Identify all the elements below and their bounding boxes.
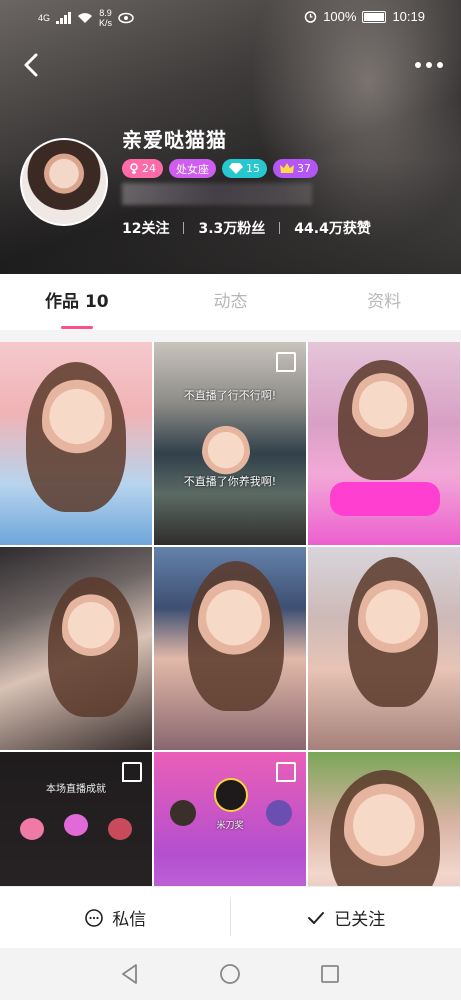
work-thumbnail[interactable]: 不直播了行不行啊! 不直播了你养我啊! — [154, 342, 306, 545]
multi-image-icon — [276, 762, 296, 782]
diamond-icon — [229, 163, 243, 174]
ranking-avatar — [214, 778, 248, 812]
castle-icon — [64, 814, 88, 836]
check-icon — [308, 911, 325, 924]
thumbnail-face — [198, 577, 270, 667]
square-recents-icon — [321, 965, 339, 983]
battery-icon — [362, 10, 387, 23]
clock-time: 10:19 — [392, 9, 425, 24]
divider — [0, 330, 461, 342]
speed-unit: K/s — [99, 18, 113, 28]
age-badge: 24 — [122, 159, 163, 178]
works-grid: 不直播了行不行啊! 不直播了你养我啊! 本场直播成就 米刀奖 — [0, 342, 461, 955]
diamond-level: 15 — [246, 162, 260, 175]
work-thumbnail[interactable] — [0, 547, 152, 750]
thumbnail-face — [352, 370, 414, 448]
more-dots-icon — [415, 62, 421, 68]
fans-label: 粉丝 — [237, 221, 266, 237]
zodiac-value: 处女座 — [176, 162, 209, 176]
multi-image-icon — [276, 352, 296, 372]
tab-indicator — [61, 326, 93, 329]
signal-icon — [56, 12, 72, 24]
nav-recents-button[interactable] — [318, 962, 342, 986]
likes-stat: 44.4万获赞 — [294, 218, 371, 238]
ranking-name: 米刀奖 — [216, 821, 244, 831]
divider — [230, 898, 231, 936]
thumbnail-face — [344, 780, 424, 880]
nav-home-button[interactable] — [218, 962, 242, 986]
female-icon — [130, 162, 138, 174]
thumbnail-face — [358, 577, 428, 665]
chevron-left-icon — [24, 53, 38, 77]
profile-tabs: 作品 10 动态 资料 — [0, 274, 461, 330]
diamond-badge[interactable]: 15 — [222, 159, 267, 178]
avatar[interactable] — [20, 138, 108, 226]
work-thumbnail[interactable] — [154, 547, 306, 750]
blurred-signature — [122, 183, 312, 205]
car-sticker — [330, 482, 440, 516]
work-thumbnail[interactable] — [308, 547, 460, 750]
following-label: 关注 — [141, 221, 170, 237]
crown-icon — [280, 163, 294, 173]
network-speed: 8.9 K/s — [99, 8, 112, 28]
status-bar: 4G 8.9 K/s 100% 10:19 — [0, 0, 461, 36]
heart-icon — [20, 818, 44, 840]
live-achievement-title: 本场直播成就 — [46, 784, 106, 795]
triangle-back-icon — [122, 964, 137, 984]
multi-image-icon — [122, 762, 142, 782]
wifi-icon — [78, 13, 93, 23]
video-caption: 不直播了你养我啊! — [183, 475, 277, 488]
circle-home-icon — [220, 964, 240, 984]
work-thumbnail[interactable] — [308, 342, 460, 545]
more-options-button[interactable] — [415, 56, 445, 74]
speed-value: 8.9 — [99, 8, 112, 18]
zodiac-badge: 处女座 — [169, 159, 216, 178]
followed-label: 已关注 — [334, 910, 386, 930]
tab-works[interactable]: 作品 10 — [0, 274, 154, 330]
alarm-icon — [304, 11, 317, 23]
system-nav-bar — [0, 948, 461, 1000]
likes-count: 44.4万 — [294, 221, 343, 237]
thumbnail-face — [62, 591, 120, 667]
network-label: 4G — [38, 13, 51, 23]
eye-icon — [118, 12, 134, 24]
following-stat[interactable]: 12关注 — [122, 218, 169, 238]
nickname: 亲爱哒猫猫 — [122, 128, 227, 152]
gift-icon — [108, 818, 132, 840]
likes-label: 获赞 — [342, 221, 371, 237]
stat-divider — [279, 222, 281, 234]
tab-moments[interactable]: 动态 — [154, 274, 308, 330]
crown-badge[interactable]: 37 — [273, 159, 318, 178]
followed-button[interactable]: 已关注 — [231, 887, 461, 948]
age-value: 24 — [142, 162, 156, 175]
battery-percent: 100% — [323, 9, 357, 24]
badge-row: 24 处女座 15 37 — [122, 159, 318, 178]
video-caption: 不直播了行不行啊! — [183, 389, 277, 402]
following-count: 12 — [122, 221, 142, 237]
profile-page: 4G 8.9 K/s 100% 10:19 亲爱哒猫猫 24 处女座 15 37… — [0, 0, 461, 1000]
nav-back-button[interactable] — [118, 962, 142, 986]
chat-bubble-icon — [85, 908, 104, 927]
fans-count: 3.3万 — [198, 221, 238, 237]
stat-divider — [183, 222, 185, 234]
profile-stats: 12关注 3.3万粉丝 44.4万获赞 — [122, 218, 371, 238]
tab-profile-info[interactable]: 资料 — [307, 274, 461, 330]
crown-level: 37 — [297, 162, 311, 175]
back-button[interactable] — [18, 50, 46, 80]
message-label: 私信 — [112, 910, 147, 930]
work-thumbnail[interactable] — [0, 342, 152, 545]
thumbnail-face — [42, 376, 112, 466]
fans-stat[interactable]: 3.3万粉丝 — [198, 218, 265, 238]
message-button[interactable]: 私信 — [0, 887, 231, 948]
